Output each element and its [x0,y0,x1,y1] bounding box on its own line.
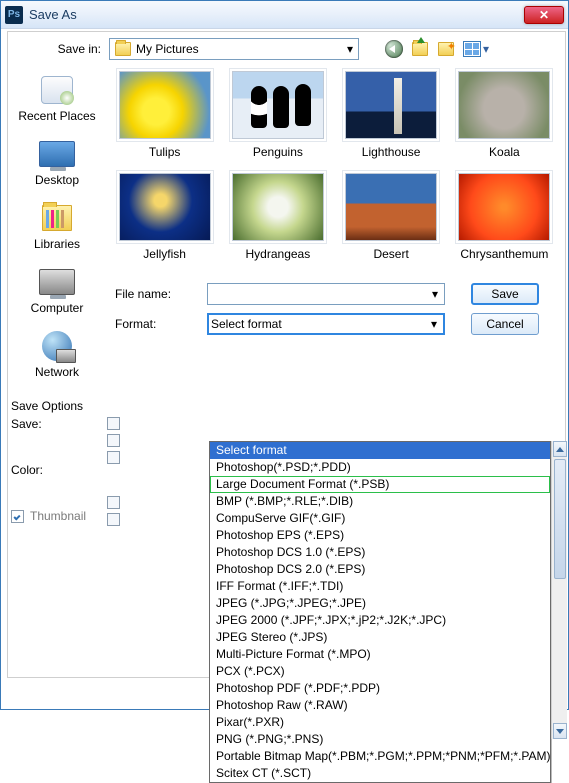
libraries-icon [42,205,72,231]
network-icon [42,331,72,361]
format-option[interactable]: Pixar(*.PXR) [210,714,550,731]
format-option[interactable]: CompuServe GIF(*.GIF) [210,510,550,527]
back-button[interactable] [385,40,403,58]
format-option[interactable]: Photoshop(*.PSD;*.PDD) [210,459,550,476]
scrollbar-track[interactable] [551,441,567,739]
folder-icon [115,42,131,56]
up-one-level-button[interactable] [411,40,429,58]
format-option[interactable]: PCX (*.PCX) [210,663,550,680]
format-option[interactable]: Photoshop Raw (*.RAW) [210,697,550,714]
format-option[interactable]: Photoshop EPS (*.EPS) [210,527,550,544]
format-option[interactable]: Photoshop DCS 1.0 (*.EPS) [210,544,550,561]
format-option[interactable]: Photoshop PDF (*.PDF;*.PDP) [210,680,550,697]
format-option[interactable]: JPEG Stereo (*.JPS) [210,629,550,646]
scrollbar-thumb[interactable] [554,459,566,579]
format-option[interactable]: Select format [210,442,550,459]
computer-icon [39,269,75,295]
desktop-icon [39,141,75,167]
folder-up-icon [412,42,428,56]
photoshop-icon: Ps [5,6,23,24]
back-icon [385,40,403,58]
thumbnail-image [345,71,437,139]
thumbnail-image [232,71,324,139]
format-option[interactable]: JPEG (*.JPG;*.JPEG;*.JPE) [210,595,550,612]
format-option[interactable]: Photoshop DCS 2.0 (*.EPS) [210,561,550,578]
format-option[interactable]: JPEG 2000 (*.JPF;*.JPX;*.jP2;*.J2K;*.JPC… [210,612,550,629]
new-folder-icon: ✦ [438,42,454,56]
scroll-down-button[interactable] [553,723,567,739]
format-option[interactable]: Large Document Format (*.PSB) [210,476,550,493]
save-as-dialog: Ps Save As ✕ Save in: My Pictures ▾ ✦ ▾ [0,0,569,710]
format-option[interactable]: Multi-Picture Format (*.MPO) [210,646,550,663]
recent-icon [41,76,73,104]
close-button[interactable]: ✕ [524,6,564,24]
titlebar: Ps Save As ✕ [1,1,568,29]
format-option[interactable]: PNG (*.PNG;*.PNS) [210,731,550,748]
thumbnail-checkbox[interactable] [11,510,24,523]
scroll-up-button[interactable] [553,441,567,457]
window-title: Save As [29,7,524,22]
format-option[interactable]: Scitex CT (*.SCT) [210,765,550,782]
new-folder-button[interactable]: ✦ [437,40,455,58]
format-option[interactable]: IFF Format (*.IFF;*.TDI) [210,578,550,595]
format-option[interactable]: Portable Bitmap Map(*.PBM;*.PGM;*.PPM;*P… [210,748,550,765]
format-dropdown-list[interactable]: Select formatPhotoshop(*.PSD;*.PDD)Large… [209,441,551,783]
format-option[interactable]: BMP (*.BMP;*.RLE;*.DIB) [210,493,550,510]
